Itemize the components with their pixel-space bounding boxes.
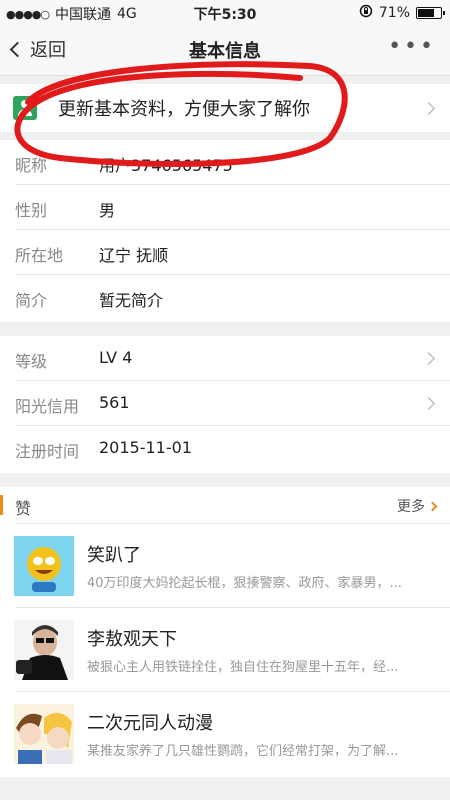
location-value: 辽宁 抚顺	[99, 246, 169, 265]
item-title: 二次元同人动漫	[87, 713, 213, 734]
nickname-label: 昵称	[15, 156, 48, 175]
item-desc: 某推友家养了几只雄性鹦鹉，它们经常打架，为了解...	[87, 744, 399, 759]
profile-card: 昵称 用户3746565475 性别 男 所在地 辽宁 抚顺 简介 暂无简介	[0, 140, 450, 322]
nickname-row: 昵称 用户3746565475	[0, 140, 450, 185]
gender-label: 性别	[15, 201, 48, 220]
item-title: 李敖观天下	[87, 629, 177, 650]
chevron-right-icon	[422, 352, 435, 365]
chevron-right-icon	[427, 501, 438, 511]
rotation-lock-icon	[359, 4, 373, 22]
battery-percent: 71%	[378, 5, 410, 21]
list-item[interactable]: 笑趴了 40万印度大妈抡起长棍，狠揍警察、政府、家暴男，...	[0, 524, 450, 608]
page-title: 基本信息	[189, 41, 261, 62]
level-row[interactable]: 等级 LV 4	[0, 336, 450, 381]
intro-row: 简介 暂无简介	[0, 275, 450, 320]
item-title: 笑趴了	[87, 545, 141, 566]
more-icon[interactable]: •••	[388, 34, 436, 59]
update-profile-row[interactable]: 更新基本资料，方便大家了解你	[0, 84, 450, 132]
list-item[interactable]: 二次元同人动漫 某推友家养了几只雄性鹦鹉，它们经常打架，为了解...	[0, 692, 450, 776]
avatar	[14, 620, 74, 680]
level-label: 等级	[15, 352, 48, 371]
avatar	[14, 704, 74, 764]
chevron-right-icon	[422, 102, 435, 115]
register-date-label: 注册时间	[15, 442, 80, 461]
contact-icon	[13, 96, 37, 120]
likes-title: 赞	[15, 499, 32, 518]
credit-value: 561	[99, 393, 130, 412]
level-value: LV 4	[99, 348, 133, 367]
more-button[interactable]: 更多	[397, 496, 438, 516]
likes-header: 赞 更多	[0, 487, 450, 523]
register-date-value: 2015-11-01	[99, 438, 192, 457]
likes-card: 赞 更多 笑趴了 40万印度大妈抡起长棍，狠揍警察、政府、家暴男，... 李敖观…	[0, 487, 450, 777]
battery-icon	[416, 7, 445, 19]
list-item[interactable]: 李敖观天下 被狠心主人用铁链拴住，独自住在狗屋里十五年，经...	[0, 608, 450, 692]
nickname-value: 用户3746565475	[99, 156, 233, 175]
item-desc: 40万印度大妈抡起长棍，狠揍警察、政府、家暴男，...	[87, 576, 402, 591]
gender-row: 性别 男	[0, 185, 450, 230]
section-accent-bar	[0, 495, 3, 515]
location-label: 所在地	[15, 246, 64, 265]
intro-value: 暂无简介	[99, 291, 164, 310]
nav-bar: 返回 基本信息 •••	[0, 24, 450, 76]
location-row: 所在地 辽宁 抚顺	[0, 230, 450, 275]
update-profile-text: 更新基本资料，方便大家了解你	[58, 99, 310, 120]
credit-label: 阳光信用	[15, 397, 80, 416]
intro-label: 简介	[15, 291, 48, 310]
register-date-row: 注册时间 2015-11-01	[0, 426, 450, 471]
battery-fill	[418, 9, 434, 17]
more-label: 更多	[397, 499, 425, 515]
chevron-right-icon	[422, 397, 435, 410]
item-desc: 被狠心主人用铁链拴住，独自住在狗屋里十五年，经...	[87, 660, 399, 675]
credit-row[interactable]: 阳光信用 561	[0, 381, 450, 426]
status-bar: ●●●●○ 中国联通 4G 下午5:30 71%	[0, 0, 450, 24]
gender-value: 男	[99, 201, 116, 220]
account-card: 等级 LV 4 阳光信用 561 注册时间 2015-11-01	[0, 336, 450, 473]
avatar	[14, 536, 74, 596]
